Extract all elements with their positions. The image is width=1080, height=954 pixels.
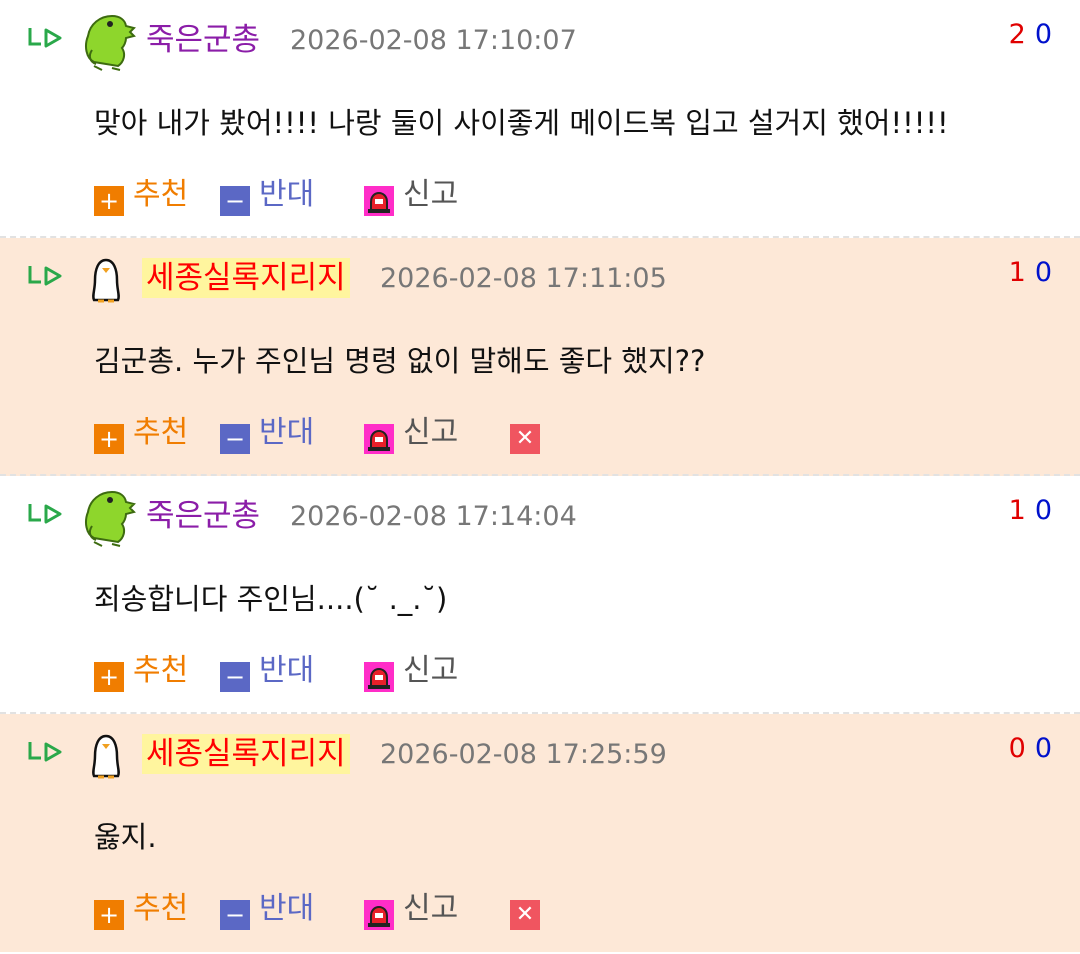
close-icon: ✕ [510, 900, 540, 930]
oppose-label: 반대 [259, 177, 315, 212]
author-name[interactable]: 죽은군총 [146, 496, 260, 536]
upvote-count: 1 [1008, 495, 1026, 526]
downvote-count: 0 [1034, 257, 1052, 288]
vote-counts: 10 [1009, 494, 1052, 528]
close-icon: ✕ [510, 424, 540, 454]
plus-icon: + [94, 662, 124, 692]
minus-icon: − [220, 186, 250, 216]
comment-actions: + 추천 − 반대 신고 ✕ [94, 413, 594, 454]
comment-text: 맞아 내가 봤어!!!! 나랑 둘이 사이좋게 메이드복 입고 설거지 했어!!… [94, 106, 949, 140]
recommend-label: 추천 [133, 891, 189, 926]
oppose-label: 반대 [259, 415, 315, 450]
comment-item: 죽은군총 2026-02-08 17:10:07 20 맞아 내가 봤어!!!!… [0, 0, 1080, 238]
timestamp: 2026-02-08 17:11:05 [380, 263, 667, 294]
siren-icon [364, 662, 394, 692]
reply-arrow-icon [28, 742, 62, 762]
timestamp: 2026-02-08 17:10:07 [290, 25, 577, 56]
author-name[interactable]: 죽은군총 [146, 20, 260, 60]
plus-icon: + [94, 900, 124, 930]
plus-icon: + [94, 424, 124, 454]
author-name[interactable]: 세종실록지리지 [142, 258, 350, 298]
recommend-label: 추천 [133, 177, 189, 212]
comment-text: 김군총. 누가 주인님 명령 없이 말해도 좋다 했지?? [94, 344, 706, 378]
comment-item: 죽은군총 2026-02-08 17:14:04 10 죄송합니다 주인님...… [0, 476, 1080, 714]
siren-icon [364, 424, 394, 454]
penguin-icon [92, 734, 120, 779]
recommend-label: 추천 [133, 653, 189, 688]
vote-counts: 20 [1009, 18, 1052, 52]
minus-icon: − [220, 900, 250, 930]
vote-counts: 00 [1009, 732, 1052, 766]
comment-actions: + 추천 − 반대 신고 ✕ [94, 889, 594, 930]
vote-counts: 10 [1009, 256, 1052, 290]
minus-icon: − [220, 424, 250, 454]
author-name[interactable]: 세종실록지리지 [142, 734, 350, 774]
reply-arrow-icon [28, 504, 62, 524]
comment-item: 세종실록지리지 2026-02-08 17:11:05 10 김군총. 누가 주… [0, 238, 1080, 476]
timestamp: 2026-02-08 17:14:04 [290, 501, 577, 532]
report-label: 신고 [403, 177, 459, 212]
plus-icon: + [94, 186, 124, 216]
report-label: 신고 [403, 891, 459, 926]
report-label: 신고 [403, 653, 459, 688]
upvote-count: 1 [1008, 257, 1026, 288]
downvote-count: 0 [1034, 19, 1052, 50]
comment-text: 죄송합니다 주인님....(˘ ._.˘) [94, 582, 448, 616]
frog-icon [85, 490, 136, 547]
penguin-icon [92, 258, 120, 303]
recommend-label: 추천 [133, 415, 189, 450]
comment-text: 옳지. [94, 820, 157, 854]
oppose-label: 반대 [259, 653, 315, 688]
comment-item: 세종실록지리지 2026-02-08 17:25:59 00 옳지. + 추천 … [0, 714, 1080, 952]
upvote-count: 0 [1008, 733, 1026, 764]
oppose-label: 반대 [259, 891, 315, 926]
minus-icon: − [220, 662, 250, 692]
reply-arrow-icon [28, 266, 62, 286]
siren-icon [364, 186, 394, 216]
downvote-count: 0 [1034, 733, 1052, 764]
siren-icon [364, 900, 394, 930]
report-label: 신고 [403, 415, 459, 450]
comment-actions: + 추천 − 반대 신고 [94, 651, 594, 692]
frog-icon [85, 14, 136, 71]
downvote-count: 0 [1034, 495, 1052, 526]
upvote-count: 2 [1008, 19, 1026, 50]
comment-actions: + 추천 − 반대 신고 [94, 175, 594, 216]
timestamp: 2026-02-08 17:25:59 [380, 739, 667, 770]
reply-arrow-icon [28, 28, 62, 48]
